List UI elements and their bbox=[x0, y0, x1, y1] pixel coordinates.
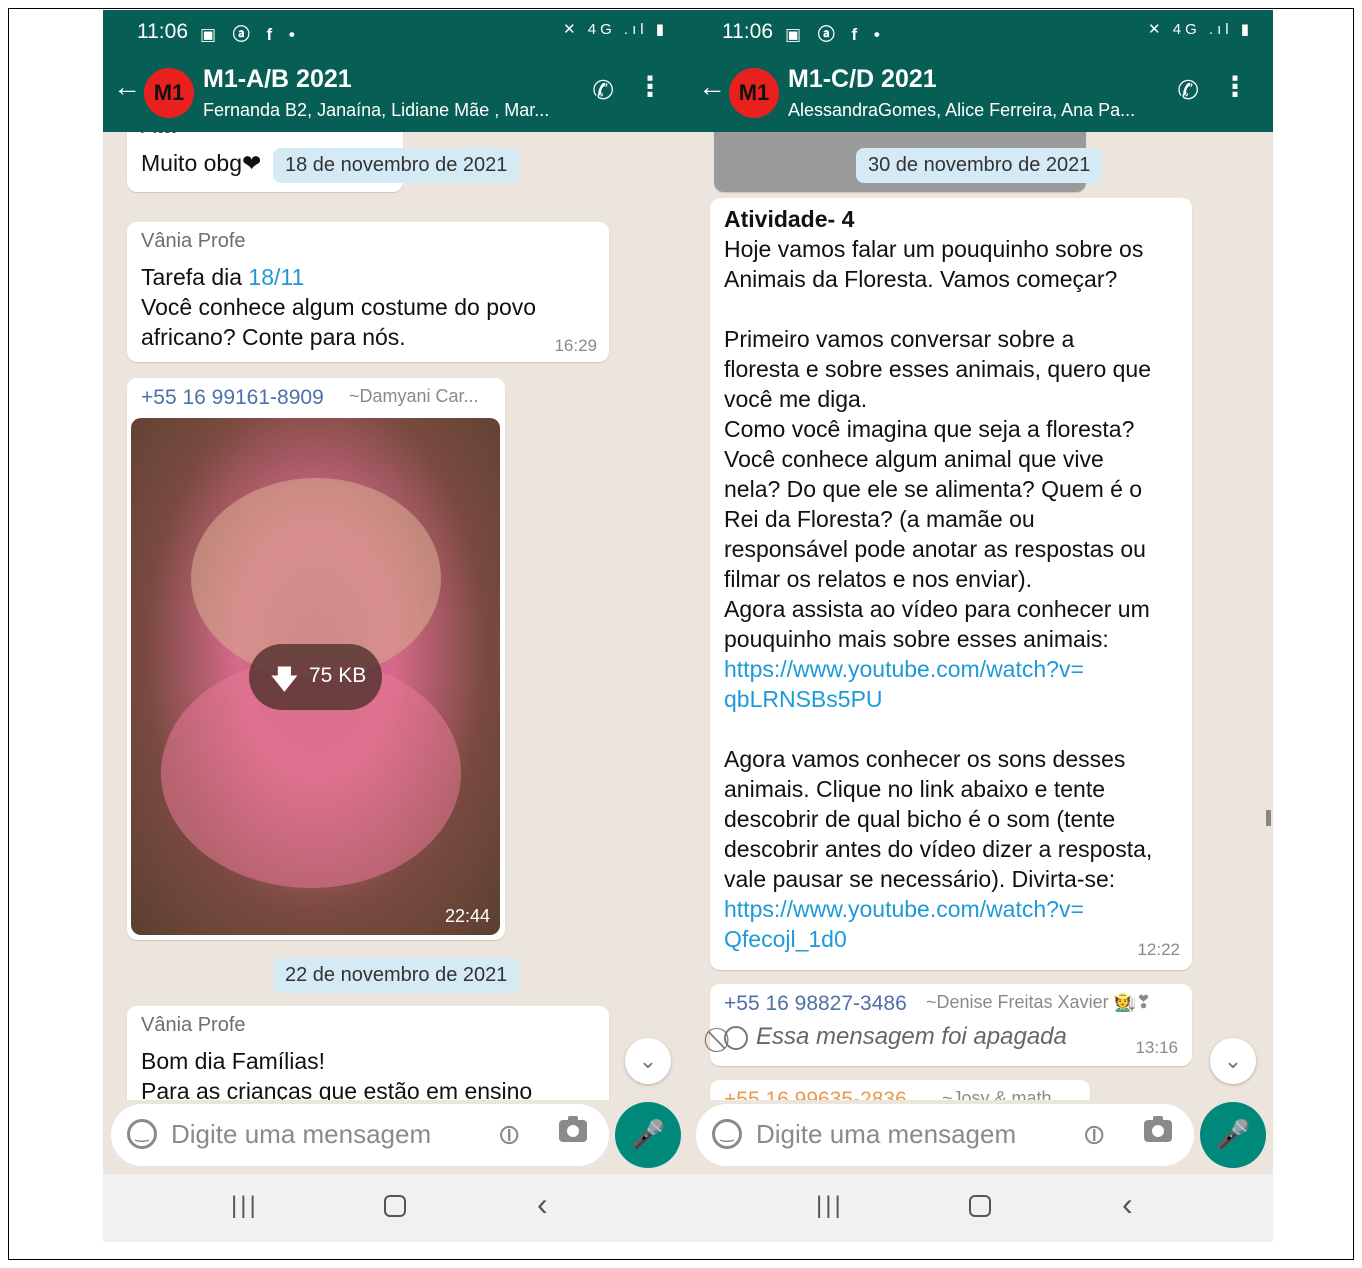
menu-dots-icon[interactable]: ⋮ bbox=[636, 73, 664, 101]
message-time: 13:16 bbox=[1135, 1038, 1178, 1057]
phone-left: 11:06 ▣ ⓐ f • ✕ 4G .ıl ▮ ← M1 M1-A/B 202… bbox=[103, 10, 688, 1242]
sender-name[interactable]: Vânia Profe bbox=[141, 230, 246, 253]
back-arrow-icon[interactable]: ← bbox=[698, 71, 726, 103]
message-input[interactable] bbox=[171, 1116, 491, 1152]
message-time: 22:44 bbox=[444, 906, 490, 926]
date-link[interactable]: 18/11 bbox=[248, 264, 304, 290]
menu-dots-icon[interactable]: ⋮ bbox=[1221, 73, 1249, 101]
phone-right: 11:06 ▣ ⓐ f • ✕ 4G .ıl ▮ ← M1 M1-C/D 202… bbox=[688, 10, 1273, 1242]
back-arrow-icon[interactable]: ← bbox=[113, 71, 141, 103]
message-time: 12:22 bbox=[1137, 940, 1180, 959]
emoji-icon[interactable]: ‿ bbox=[127, 1119, 157, 1149]
scrollbar-thumb[interactable] bbox=[1266, 810, 1271, 826]
deleted-message-bubble[interactable]: +55 16 98827-3486 ~Denise Freitas Xavier… bbox=[710, 984, 1192, 1066]
message-text: Bom dia Famílias! Para as crianças que e… bbox=[141, 1048, 533, 1100]
group-name[interactable]: M1-C/D 2021 bbox=[788, 65, 937, 94]
download-icon: 🡇 bbox=[271, 664, 298, 694]
scroll-down-icon[interactable]: ⌄ bbox=[1210, 1038, 1256, 1084]
signal-battery-icons: ✕ 4G .ıl ▮ bbox=[1147, 21, 1253, 38]
nav-recent-icon[interactable]: ||| bbox=[816, 1192, 844, 1220]
scroll-down-icon[interactable]: ⌄ bbox=[625, 1038, 671, 1084]
nav-back-icon[interactable]: ‹ bbox=[537, 1186, 548, 1223]
message-text-b: Você conhece algum costume do povo afric… bbox=[141, 294, 537, 350]
status-time: 11:06 bbox=[137, 20, 188, 43]
attach-icon[interactable]: ⊘ bbox=[1074, 1115, 1114, 1155]
deleted-message-text: Essa mensagem foi apagada bbox=[756, 1023, 1067, 1050]
message-text-cut: Ata bbox=[141, 132, 176, 140]
system-nav-bar: ||| ‹ bbox=[688, 1174, 1273, 1242]
message-text: Tarefa dia 18/11 Você conhece algum cost… bbox=[141, 262, 601, 352]
chat-header[interactable]: ← M1 M1-A/B 2021 Fernanda B2, Janaína, L… bbox=[103, 53, 688, 132]
group-name[interactable]: M1-A/B 2021 bbox=[203, 65, 352, 94]
group-avatar[interactable]: M1 bbox=[144, 68, 194, 118]
download-size: 75 KB bbox=[309, 664, 367, 687]
camera-icon[interactable] bbox=[1144, 1116, 1172, 1142]
sender-pushname: ~Josy & math... bbox=[942, 1088, 1067, 1100]
deleted-icon-circle bbox=[724, 1026, 748, 1050]
sender-pushname: ~Denise Freitas Xavier 🧑‍🌾❣ bbox=[926, 992, 1152, 1012]
notification-icons: ▣ ⓐ f • bbox=[785, 25, 886, 44]
youtube-link-1[interactable]: https://www.youtube.com/watch?v= qbLRNSB… bbox=[724, 654, 1189, 714]
chat-area[interactable]: Ata Muito obg❤ 13:43 18 de novembro de 2… bbox=[103, 132, 688, 1100]
message-text: Hoje vamos falar um pouquinho sobre os A… bbox=[724, 236, 1152, 652]
nav-recent-icon[interactable]: ||| bbox=[231, 1192, 259, 1220]
message-title: Atividade- 4 bbox=[724, 206, 855, 232]
mic-icon[interactable]: 🎤 bbox=[1200, 1102, 1266, 1168]
date-divider: 22 de novembro de 2021 bbox=[273, 958, 520, 993]
system-nav-bar: ||| ‹ bbox=[103, 1174, 688, 1242]
status-time: 11:06 bbox=[722, 20, 773, 43]
blurred-image[interactable]: 🡇 75 KB 22:44 bbox=[131, 418, 500, 935]
participants-list[interactable]: AlessandraGomes, Alice Ferreira, Ana Pa.… bbox=[788, 100, 1148, 121]
mic-icon[interactable]: 🎤 bbox=[615, 1102, 681, 1168]
sender-name[interactable]: Vânia Profe bbox=[141, 1014, 246, 1037]
signal-battery-icons: ✕ 4G .ıl ▮ bbox=[562, 21, 668, 38]
chat-header[interactable]: ← M1 M1-C/D 2021 AlessandraGomes, Alice … bbox=[688, 53, 1273, 132]
nav-back-icon[interactable]: ‹ bbox=[1122, 1186, 1133, 1223]
message-composer[interactable]: ‿ ⊘ bbox=[696, 1104, 1194, 1166]
nav-home-icon[interactable] bbox=[384, 1195, 406, 1217]
nav-home-icon[interactable] bbox=[969, 1195, 991, 1217]
group-avatar[interactable]: M1 bbox=[729, 68, 779, 118]
message-text-a: Tarefa dia bbox=[141, 264, 249, 290]
date-divider: 18 de novembro de 2021 bbox=[273, 148, 520, 183]
participants-list[interactable]: Fernanda B2, Janaína, Lidiane Mãe , Mar.… bbox=[203, 100, 563, 121]
message-text-b: Agora vamos conhecer os sons desses anim… bbox=[724, 746, 1153, 892]
call-add-icon[interactable]: ✆ bbox=[592, 75, 614, 106]
call-add-icon[interactable]: ✆ bbox=[1177, 75, 1199, 106]
message-time: 16:29 bbox=[554, 336, 597, 355]
emoji-icon[interactable]: ‿ bbox=[712, 1119, 742, 1149]
attach-icon[interactable]: ⊘ bbox=[489, 1115, 529, 1155]
camera-icon[interactable] bbox=[559, 1116, 587, 1142]
message-input[interactable] bbox=[756, 1116, 1076, 1152]
sender-phone[interactable]: +55 16 99635-2836 bbox=[724, 1088, 907, 1100]
message-bubble[interactable]: Vânia Profe Bom dia Famílias! Para as cr… bbox=[127, 1006, 609, 1100]
sender-phone[interactable]: +55 16 99161-8909 bbox=[141, 386, 324, 410]
date-divider: 30 de novembro de 2021 bbox=[856, 148, 1103, 183]
message-bubble[interactable]: Atividade- 4 Hoje vamos falar um pouquin… bbox=[710, 198, 1192, 970]
sender-pushname: ~Damyani Car... bbox=[349, 386, 479, 406]
download-button[interactable]: 🡇 75 KB bbox=[249, 644, 382, 710]
status-bar: 11:06 ▣ ⓐ f • ✕ 4G .ıl ▮ bbox=[103, 10, 688, 53]
notification-icons: ▣ ⓐ f • bbox=[200, 25, 301, 44]
chat-area[interactable]: 30 de novembro de 2021 Atividade- 4 Hoje… bbox=[688, 132, 1273, 1100]
message-bubble[interactable]: +55 16 99635-2836 ~Josy & math... bbox=[710, 1080, 1090, 1100]
status-bar: 11:06 ▣ ⓐ f • ✕ 4G .ıl ▮ bbox=[688, 10, 1273, 53]
message-composer[interactable]: ‿ ⊘ bbox=[111, 1104, 609, 1166]
youtube-link-2[interactable]: https://www.youtube.com/watch?v= Qfecojl… bbox=[724, 894, 1189, 954]
sender-phone[interactable]: +55 16 98827-3486 bbox=[724, 992, 907, 1016]
message-bubble[interactable]: Vânia Profe Tarefa dia 18/11 Você conhec… bbox=[127, 222, 609, 362]
message-text: Muito obg❤ bbox=[141, 150, 262, 176]
